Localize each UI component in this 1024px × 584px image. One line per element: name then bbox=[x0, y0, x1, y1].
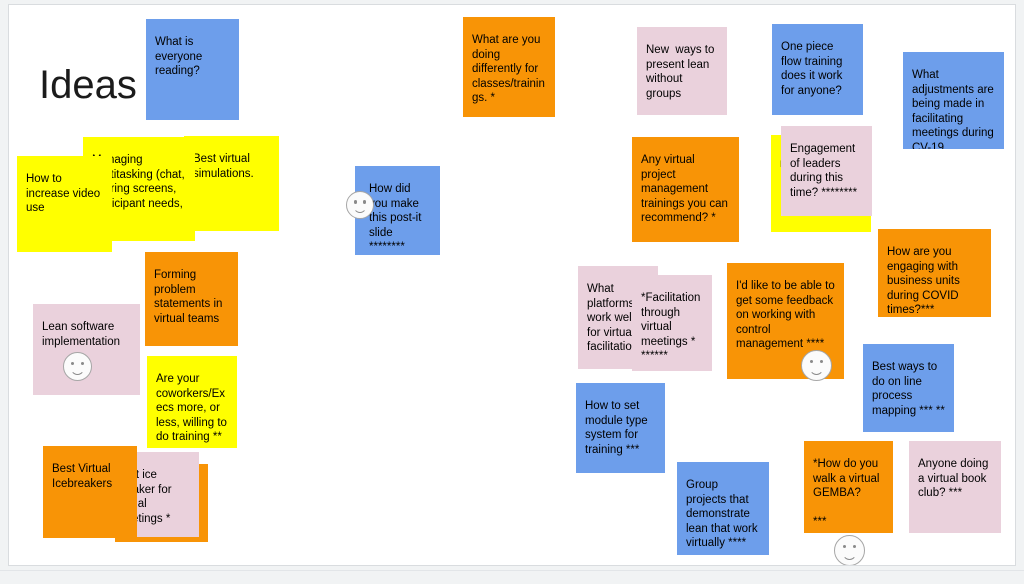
smiley-eye-right bbox=[852, 545, 857, 549]
smiley-face-icon[interactable] bbox=[346, 191, 374, 219]
smiley-mouth bbox=[808, 364, 825, 375]
smiley-eye-left bbox=[809, 360, 814, 364]
smiley-face-icon[interactable] bbox=[834, 535, 865, 565]
sticky-note-best-ways-online-process-mapping[interactable]: Best ways to do on line process mapping … bbox=[863, 344, 954, 432]
sticky-note-how-to-set-module-type-system[interactable]: How to set module type system for traini… bbox=[576, 383, 665, 473]
smiley-mouth bbox=[353, 204, 367, 214]
smiley-eye-right bbox=[819, 360, 824, 364]
sticky-note-engagement-of-leaders[interactable]: Engagement of leaders during this time? … bbox=[781, 126, 872, 216]
sticky-note-lean-software-implementation[interactable]: Lean software implementation bbox=[33, 304, 140, 395]
sticky-note-best-virtual-simulations[interactable]: Best virtual simulations. bbox=[184, 136, 279, 231]
smiley-eye-right bbox=[80, 361, 84, 365]
sticky-note-what-is-everyone-reading[interactable]: What is everyone reading? bbox=[146, 19, 239, 120]
sticky-note-are-your-coworkers-execs[interactable]: Are your coworkers/Execs more, or less, … bbox=[147, 356, 237, 448]
slides-app-frame: Ideas What is everyone reading? Managing … bbox=[0, 0, 1024, 584]
smiley-eye-left bbox=[842, 545, 847, 549]
sticky-note-how-are-you-engaging-business-units[interactable]: How are you engaging with business units… bbox=[878, 229, 991, 317]
sticky-note-forming-problem-statements[interactable]: Forming problem statements in virtual te… bbox=[145, 252, 238, 346]
sticky-note-anyone-doing-virtual-book-club[interactable]: Anyone doing a virtual book club? *** bbox=[909, 441, 1001, 533]
sticky-note-new-ways-to-present-lean[interactable]: New ways to present lean without groups bbox=[637, 27, 727, 115]
page-title: Ideas bbox=[39, 63, 137, 107]
sticky-note-what-are-you-doing-differently[interactable]: What are you doing differently for class… bbox=[463, 17, 555, 117]
sticky-note-facilitation-through-virtual-meetings[interactable]: *Facilitation through virtual meetings *… bbox=[632, 275, 712, 371]
smiley-mouth bbox=[70, 365, 85, 376]
sticky-note-group-projects-demonstrate-lean[interactable]: Group projects that demonstrate lean tha… bbox=[677, 462, 769, 555]
sticky-note-one-piece-flow-training[interactable]: One piece flow training does it work for… bbox=[772, 24, 863, 115]
smiley-mouth bbox=[841, 549, 858, 560]
bottom-strip bbox=[0, 570, 1024, 584]
smiley-face-icon[interactable] bbox=[63, 352, 92, 381]
sticky-note-how-do-you-walk-virtual-gemba[interactable]: *How do you walk a virtual GEMBA? *** bbox=[804, 441, 893, 533]
sticky-note-best-virtual-icebreakers[interactable]: Best Virtual Icebreakers bbox=[43, 446, 137, 538]
sticky-note-what-adjustments-facilitating[interactable]: What adjustments are being made in facil… bbox=[903, 52, 1004, 149]
slide-canvas[interactable]: Ideas What is everyone reading? Managing … bbox=[8, 4, 1016, 566]
sticky-note-any-virtual-project-management[interactable]: Any virtual project management trainings… bbox=[632, 137, 739, 242]
smiley-eye-left bbox=[71, 361, 75, 365]
smiley-face-icon[interactable] bbox=[801, 350, 832, 381]
sticky-note-how-to-increase-video-use[interactable]: How to increase video use bbox=[17, 156, 112, 252]
